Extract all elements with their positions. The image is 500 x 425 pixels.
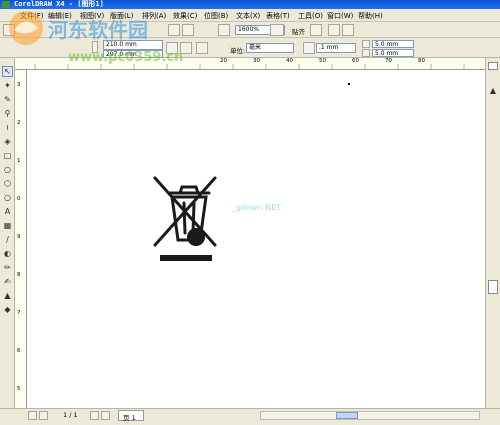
- duplicate-x-field[interactable]: 5.0 mm: [372, 40, 414, 48]
- dimension-tool-icon[interactable]: ∕: [2, 234, 13, 245]
- ruler-v-label: 2: [17, 120, 21, 126]
- page-navigator-bar: 1 / 1 页 1: [0, 408, 500, 425]
- page-count: 1 / 1: [63, 411, 78, 419]
- duplicate-y-icon: [362, 49, 370, 57]
- horizontal-scrollbar[interactable]: [260, 411, 480, 420]
- units-select[interactable]: 毫米: [246, 43, 294, 53]
- ruler-h-label: 40: [286, 58, 293, 64]
- table-tool-icon[interactable]: ▦: [2, 220, 13, 231]
- zoom-tool-icon[interactable]: ⚲: [2, 108, 13, 119]
- text-tool-icon[interactable]: A: [2, 206, 13, 217]
- ruler-v-label: 1: [17, 158, 21, 164]
- prev-page-icon[interactable]: [39, 411, 48, 420]
- menu-help[interactable]: 帮助(H): [358, 11, 383, 21]
- page-tab[interactable]: 页 1: [118, 410, 144, 422]
- first-page-icon[interactable]: [28, 411, 37, 420]
- ruler-h-label: 20: [220, 58, 227, 64]
- crop-tool-icon[interactable]: ✎: [2, 94, 13, 105]
- nudge-distance-field[interactable]: .1 mm: [316, 43, 356, 53]
- watermark-logo-icon: [9, 11, 43, 45]
- menu-table[interactable]: 表格(T): [266, 11, 290, 21]
- interactive-fill-icon[interactable]: ◆: [2, 304, 13, 315]
- ruler-v-label: 3: [17, 82, 21, 88]
- launcher-icon[interactable]: [218, 24, 230, 36]
- scrollbar-thumb[interactable]: [336, 412, 358, 419]
- watermark-url: www.pc0359.cn: [68, 50, 184, 65]
- fill-bucket-icon[interactable]: ▲: [2, 290, 13, 301]
- last-page-icon[interactable]: [101, 411, 110, 420]
- duplicate-x-icon: [362, 40, 370, 48]
- drawing-canvas[interactable]: _gdown.NET: [27, 70, 485, 408]
- ruler-v-label: 5: [17, 386, 21, 392]
- ruler-v-label: 6: [17, 348, 21, 354]
- welcome-screen-icon[interactable]: [328, 24, 340, 36]
- toolbox: ↖ ✦ ✎ ⚲ ≀ ◈ □ ○ ⬡ ○ A ▦ ∕ ◐ ✏ ✍ ▲ ◆: [0, 58, 15, 408]
- ellipse-tool-icon[interactable]: ○: [2, 164, 13, 175]
- units-label: 单位:: [230, 47, 246, 55]
- canvas-dot: [348, 83, 350, 85]
- rectangle-tool-icon[interactable]: □: [2, 150, 13, 161]
- smart-fill-icon[interactable]: ◈: [2, 136, 13, 147]
- menu-effects[interactable]: 效果(C): [173, 11, 197, 21]
- ruler-v-label: 8: [17, 272, 21, 278]
- palette-swatch[interactable]: [488, 280, 498, 294]
- import-icon[interactable]: [168, 24, 180, 36]
- palette-scroll-up-icon[interactable]: ▲: [488, 86, 498, 95]
- canvas-credit-text: _gdown.NET: [232, 203, 282, 212]
- interactive-blend-icon[interactable]: ◐: [2, 248, 13, 259]
- weee-crossed-bin-icon[interactable]: [152, 175, 222, 265]
- basic-shapes-icon[interactable]: ○: [2, 192, 13, 203]
- ruler-h-label: 60: [352, 58, 359, 64]
- palette-swatch[interactable]: [488, 62, 498, 70]
- all-pages-icon[interactable]: [196, 42, 208, 54]
- snap-to-label[interactable]: 贴齐: [292, 26, 305, 36]
- snap-dropdown-icon[interactable]: [310, 24, 322, 36]
- ruler-v-label: 9: [17, 234, 21, 240]
- menu-text[interactable]: 文本(X): [236, 11, 260, 21]
- freehand-tool-icon[interactable]: ≀: [2, 122, 13, 133]
- ruler-h-label: 50: [319, 58, 326, 64]
- watermark-text: 河东软件园: [48, 18, 148, 42]
- page-tab-label: 页 1: [123, 414, 136, 422]
- ruler-h-label: 80: [418, 58, 425, 64]
- ruler-h-label: 70: [385, 58, 392, 64]
- ruler-v-label: 7: [17, 310, 21, 316]
- vertical-ruler[interactable]: 3 2 1 0 9 8 7 6 5: [15, 70, 27, 408]
- ruler-v-label: 0: [17, 196, 21, 202]
- title-bar: CorelDRAW X4 - [图形1]: [0, 0, 500, 9]
- nudge-icon: [303, 42, 315, 54]
- pick-tool-icon[interactable]: ↖: [2, 66, 13, 77]
- coreldraw-app-icon: [2, 1, 10, 8]
- menu-window[interactable]: 窗口(W): [327, 11, 353, 21]
- eyedropper-icon[interactable]: ✏: [2, 262, 13, 273]
- shape-tool-icon[interactable]: ✦: [2, 80, 13, 91]
- outline-pen-icon[interactable]: ✍: [2, 276, 13, 287]
- polygon-tool-icon[interactable]: ⬡: [2, 178, 13, 189]
- menu-bitmaps[interactable]: 位图(B): [204, 11, 228, 21]
- next-page-icon[interactable]: [90, 411, 99, 420]
- menu-tools[interactable]: 工具(O): [298, 11, 323, 21]
- color-palette: ▲: [485, 58, 500, 408]
- zoom-dropdown-icon[interactable]: [270, 24, 284, 36]
- ruler-h-label: 30: [253, 58, 260, 64]
- duplicate-y-field[interactable]: 5.0 mm: [372, 49, 414, 57]
- options-icon[interactable]: [342, 24, 354, 36]
- export-icon[interactable]: [182, 24, 194, 36]
